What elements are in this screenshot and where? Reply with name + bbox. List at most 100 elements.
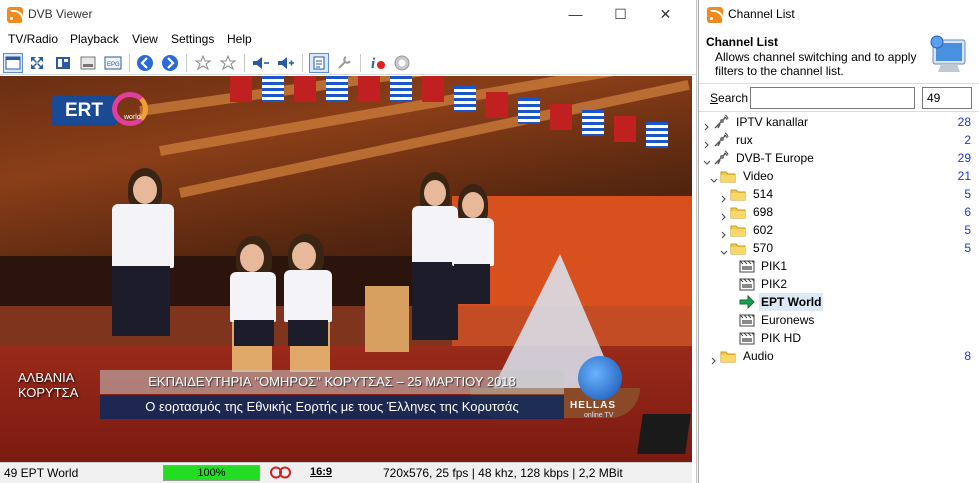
record-icon[interactable] — [392, 53, 412, 73]
folder-item[interactable]: 570 5 — [699, 239, 979, 257]
flag-greece — [518, 98, 540, 124]
chevron-down-icon[interactable] — [720, 244, 728, 255]
channel-item[interactable]: Euronews — [699, 311, 979, 329]
toolbar-separator — [186, 54, 187, 72]
network-item[interactable]: rux 2 — [699, 131, 979, 149]
tree-item-label: PIK1 — [761, 259, 788, 273]
signal-progress: 100% — [163, 465, 260, 481]
channel-item[interactable]: PIK2 — [699, 275, 979, 293]
tree-item-label: 602 — [753, 223, 774, 237]
item-count: 29 — [957, 151, 971, 165]
menu-view[interactable]: View — [132, 32, 158, 46]
maximize-button[interactable]: ☐ — [598, 0, 643, 30]
favorite-icon[interactable] — [193, 53, 213, 73]
location-caption: ΑΛΒΑΝΙΑ ΚΟΡΥΤΣΑ — [18, 370, 78, 400]
channel-number-input[interactable] — [922, 87, 972, 109]
tools-icon[interactable] — [334, 53, 354, 73]
network-item[interactable]: DVB-T Europe 29 — [699, 149, 979, 167]
tree-item-label: PIK HD — [761, 331, 802, 345]
chevron-down-icon[interactable] — [710, 172, 718, 183]
tv-channel-icon — [739, 312, 755, 328]
fullscreen-icon[interactable] — [27, 53, 47, 73]
tree-item-label: PIK2 — [761, 277, 788, 291]
tree-item-label: Video — [743, 169, 774, 183]
channel-list-rss-icon — [707, 7, 723, 23]
volume-up-icon[interactable] — [276, 53, 296, 73]
folder-item[interactable]: 602 5 — [699, 221, 979, 239]
tree-item-label: 698 — [753, 205, 774, 219]
chevron-down-icon[interactable] — [703, 154, 711, 165]
osd-icon[interactable] — [78, 53, 98, 73]
window-title: DVB Viewer — [28, 7, 93, 21]
partner-globe-icon — [578, 356, 622, 400]
menu-settings[interactable]: Settings — [171, 32, 214, 46]
chevron-right-icon[interactable] — [703, 136, 711, 149]
flag-albania — [294, 76, 316, 102]
search-row: Search — [699, 84, 979, 112]
menu-playback[interactable]: Playback — [70, 32, 119, 46]
folder-item[interactable]: Audio 8 — [699, 347, 979, 365]
tree-item-label: 514 — [753, 187, 774, 201]
svg-text:i: i — [371, 56, 376, 72]
satellite-dish-icon — [713, 114, 729, 130]
news-headline: ΕΚΠΑΙΔΕΥΤΗΡΙΑ "ΟΜΗΡΟΣ" ΚΟΡΥΤΣΑΣ – 25 ΜΑΡ… — [100, 370, 564, 394]
window-icon[interactable] — [3, 53, 23, 73]
item-count: 5 — [964, 187, 971, 201]
monitor-icon — [930, 35, 966, 72]
menu-bar: TV/Radio Playback View Settings Help — [0, 30, 696, 50]
folder-item[interactable]: Video 21 — [699, 167, 979, 185]
aspect-ratio[interactable]: 16:9 — [310, 466, 332, 478]
menu-help[interactable]: Help — [227, 32, 252, 46]
channel-list-titlebar[interactable]: Channel List — [699, 0, 979, 28]
search-input[interactable] — [750, 87, 915, 109]
flag-greece — [326, 76, 348, 102]
close-button[interactable]: ✕ — [643, 0, 688, 30]
menu-tv-radio[interactable]: TV/Radio — [8, 32, 58, 46]
chevron-right-icon[interactable] — [720, 190, 728, 203]
flag-albania — [358, 76, 380, 102]
teletext-icon[interactable] — [53, 53, 73, 73]
minimize-button[interactable]: — — [553, 0, 598, 30]
satellite-dish-icon — [713, 132, 729, 148]
volume-down-icon[interactable] — [251, 53, 271, 73]
toolbar-separator — [129, 54, 130, 72]
video-frame[interactable]: ERT world ΑΛΒΑΝΙΑ ΚΟΡΥΤΣΑ ΕΚΠΑΙΔΕΥΤΗΡΙΑ … — [0, 76, 692, 462]
partner-logo: HELLAS — [570, 400, 616, 411]
viewer-titlebar[interactable]: DVB Viewer — ☐ ✕ — [0, 0, 696, 30]
tv-channel-icon — [739, 276, 755, 292]
back-icon[interactable] — [135, 53, 155, 73]
folder-icon — [730, 204, 746, 220]
network-item[interactable]: IPTV kanallar 28 — [699, 113, 979, 131]
news-ticker: ΕΚΠΑΙΔΕΥΤΗΡΙΑ "ΟΜΗΡΟΣ" ΚΟΡΥΤΣΑΣ – 25 ΜΑΡ… — [100, 370, 564, 422]
svg-text:EPG: EPG — [107, 62, 120, 68]
chevron-right-icon[interactable] — [710, 352, 718, 365]
channel-list-icon[interactable] — [309, 53, 329, 73]
channel-item[interactable]: PIK HD — [699, 329, 979, 347]
channel-list-header: Channel List Allows channel switching an… — [699, 28, 979, 84]
channel-item[interactable]: PIK1 — [699, 257, 979, 275]
folder-icon — [730, 240, 746, 256]
tree-item-label: DVB-T Europe — [736, 151, 814, 165]
flag-greece — [454, 86, 476, 112]
epg-icon[interactable]: EPG — [103, 53, 123, 73]
dvb-viewer-window: DVB Viewer — ☐ ✕ TV/Radio Playback View … — [0, 0, 697, 483]
item-count: 2 — [964, 133, 971, 147]
news-subheadline: Ο εορτασμός της Εθνικής Εορτής με τους Έ… — [100, 395, 564, 419]
location-city: ΚΟΡΥΤΣΑ — [18, 385, 79, 400]
folder-item[interactable]: 698 6 — [699, 203, 979, 221]
tree-item-label: Audio — [743, 349, 774, 363]
forward-icon[interactable] — [160, 53, 180, 73]
folder-item[interactable]: 514 5 — [699, 185, 979, 203]
info-icon[interactable]: i — [367, 53, 387, 73]
record-status-icon[interactable] — [270, 466, 292, 479]
channel-logo: ERT — [51, 96, 117, 126]
search-label: Search — [710, 91, 749, 105]
app-rss-icon — [7, 7, 23, 23]
favorite-add-icon[interactable] — [218, 53, 238, 73]
chevron-right-icon[interactable] — [703, 118, 711, 131]
chevron-right-icon[interactable] — [720, 226, 728, 239]
header-title: Channel List — [706, 35, 779, 49]
channel-item[interactable]: EPT World — [699, 293, 979, 311]
chevron-right-icon[interactable] — [720, 208, 728, 221]
toolbar-separator — [302, 54, 303, 72]
